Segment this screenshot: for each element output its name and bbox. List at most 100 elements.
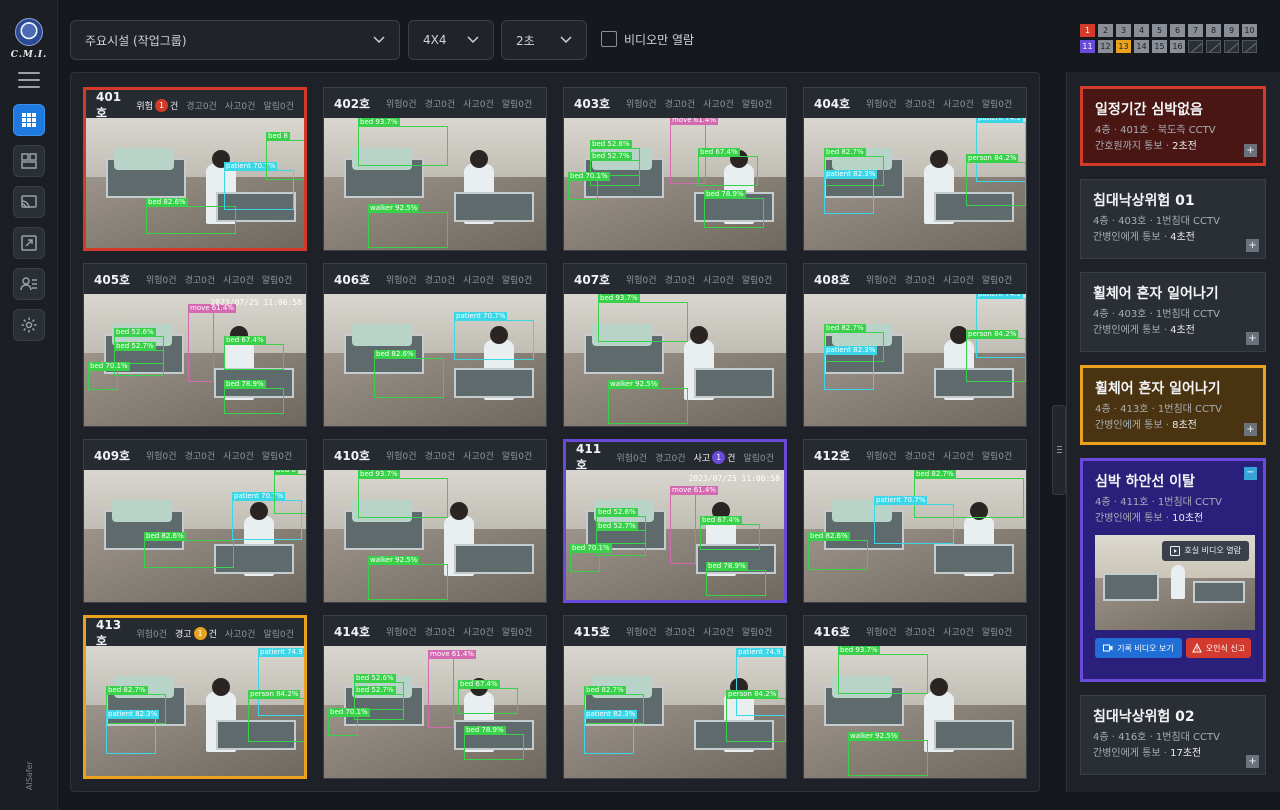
grid-view-icon[interactable] [13, 104, 45, 136]
stat-danger: 위험0건 [616, 453, 647, 464]
page-2-button[interactable]: 2 [1098, 24, 1113, 37]
layout-select[interactable]: 4X4 [408, 20, 494, 60]
camera-video-feed[interactable]: bed 93.7% walker 92.5% [804, 646, 1026, 778]
hamburger-menu-icon[interactable] [18, 72, 40, 88]
camera-video-feed[interactable]: bed 82.6% patient 70.7% bed 8 [84, 470, 306, 602]
camera-cell-412호[interactable]: 412호 위험0건 경고0건 사고0건 알림0건 bed 82.7% patient 70.… [803, 439, 1027, 603]
expand-plus-icon[interactable]: + [1244, 423, 1257, 436]
camera-cell-409호[interactable]: 409호 위험0건 경고0건 사고0건 알림0건 bed 82.6% patient 70.… [83, 439, 307, 603]
room-number: 401호 [96, 89, 122, 120]
page-13-button[interactable]: 13 [1116, 40, 1131, 53]
record-video-button[interactable]: 기록 비디오 보기 [1095, 638, 1182, 658]
alert-card-expanded[interactable]: 심박 하안선 이탈 4층 · 411호 · 1번침대 CCTV 간병인에게 통보… [1080, 458, 1266, 682]
detection-box: bed 67.4% [700, 516, 760, 550]
camera-video-feed[interactable]: move 61.4% bed 52.6% bed 52.7% bed 67.4% bed… [564, 118, 786, 250]
video-only-checkbox[interactable] [601, 31, 617, 47]
alert-title: 심박 하안선 이탈 [1095, 474, 1195, 490]
alert-card[interactable]: 휠체어 혼자 일어나기 4층 · 403호 · 1번침대 CCTV 간병인에게 … [1080, 272, 1266, 352]
camera-cell-415호[interactable]: 415호 위험0건 경고0건 사고0건 알림0건 patient 74.9 bed 82.7… [563, 615, 787, 779]
detection-label: bed 8 [266, 132, 290, 141]
detection-label: bed 93.7% [598, 294, 640, 303]
camera-video-feed[interactable]: bed 82.6% patient 70.7% bed 8 [86, 118, 304, 248]
alert-card[interactable]: 침대낙상위험 01 4층 · 403호 · 1번침대 CCTV 간병인에게 통보… [1080, 179, 1266, 259]
camera-video-feed[interactable]: bed 93.7% walker 92.5% [324, 118, 546, 250]
camera-cell-416호[interactable]: 416호 위험0건 경고0건 사고0건 알림0건 bed 93.7% walker 92.5… [803, 615, 1027, 779]
camera-video-feed[interactable]: bed 93.7% walker 92.5% [564, 294, 786, 426]
page-10-button[interactable]: 10 [1242, 24, 1257, 37]
alert-card[interactable]: 침대낙상위험 02 4층 · 416호 · 1번침대 CCTV 간병인에게 통보… [1080, 695, 1266, 775]
camera-cell-408호[interactable]: 408호 위험0건 경고0건 사고0건 알림0건 patient 74.9 bed 82.7… [803, 263, 1027, 427]
alert-title: 침대낙상위험 01 [1093, 193, 1195, 209]
alert-card[interactable]: 일정기간 심박없음 4층 · 401호 · 북도측 CCTV 간호원까지 통보 … [1080, 86, 1266, 166]
expand-plus-icon[interactable]: + [1244, 144, 1257, 157]
camera-cell-header: 408호 위험0건 경고0건 사고0건 알림0건 [804, 264, 1026, 294]
detection-box: bed 93.7% [598, 294, 688, 342]
page-9-button[interactable]: 9 [1224, 24, 1239, 37]
detection-label: bed 82.7% [106, 686, 148, 695]
interval-select[interactable]: 2초 [501, 20, 587, 60]
detection-box: patient 82.3% [106, 710, 160, 754]
detection-label: bed 67.4% [698, 148, 740, 157]
page-6-button[interactable]: 6 [1170, 24, 1185, 37]
cast-icon[interactable] [13, 186, 45, 218]
collapse-minus-icon[interactable]: − [1244, 467, 1257, 480]
page-14-button[interactable]: 14 [1134, 40, 1149, 53]
camera-cell-410호[interactable]: 410호 위험0건 경고0건 사고0건 알림0건 bed 93.7% walker 92.5… [323, 439, 547, 603]
alert-video-preview[interactable]: 호실 비디오 열람 [1095, 535, 1255, 630]
fullscreen-icon[interactable] [13, 227, 45, 259]
open-room-video-button[interactable]: 호실 비디오 열람 [1162, 541, 1249, 561]
page-5-button[interactable]: 5 [1152, 24, 1167, 37]
camera-video-feed[interactable]: patient 74.9 bed 82.7% person 84.2% patient… [804, 118, 1026, 250]
camera-video-feed[interactable]: bed 82.6% patient 70.7% [324, 294, 546, 426]
camera-cell-407호[interactable]: 407호 위험0건 경고0건 사고0건 알림0건 bed 93.7% walker 92.5… [563, 263, 787, 427]
false-detect-report-button[interactable]: 오인식 신고 [1185, 638, 1251, 658]
page-3-button[interactable]: 3 [1116, 24, 1131, 37]
detection-label: patient 74.9 [976, 294, 1023, 299]
stat-note: 알림0건 [741, 275, 773, 286]
panel-splitter-handle[interactable] [1052, 405, 1066, 495]
camera-video-feed[interactable]: move 61.4% bed 52.6% bed 52.7% bed 67.4% bed… [84, 294, 306, 426]
camera-cell-406호[interactable]: 406호 위험0건 경고0건 사고0건 알림0건 bed 82.6% patient 70.… [323, 263, 547, 427]
detection-box: patient 82.3% [584, 710, 638, 754]
alert-card[interactable]: 휠체어 혼자 일어나기 4층 · 413호 · 1번침대 CCTV 간병인에게 … [1080, 365, 1266, 445]
user-list-icon[interactable] [13, 268, 45, 300]
camera-video-feed[interactable]: patient 74.9 bed 82.7% person 84.2% patient… [86, 646, 304, 776]
page-16-button[interactable]: 16 [1170, 40, 1185, 53]
page-4-button[interactable]: 4 [1134, 24, 1149, 37]
camera-video-feed[interactable]: bed 82.7% patient 70.7% bed 82.6% [804, 470, 1026, 602]
expand-plus-icon[interactable]: + [1246, 332, 1259, 345]
camera-cell-402호[interactable]: 402호 위험0건 경고0건 사고0건 알림0건 bed 93.7% walker 92.5… [323, 87, 547, 251]
camera-cell-header: 402호 위험0건 경고0건 사고0건 알림0건 [324, 88, 546, 118]
empty-page-slot [1206, 40, 1221, 53]
camera-cell-405호[interactable]: 405호 위험0건 경고0건 사고0건 알림0건 move 61.4% bed 52.6% b… [83, 263, 307, 427]
camera-video-feed[interactable]: bed 93.7% walker 92.5% [324, 470, 546, 602]
camera-cell-404호[interactable]: 404호 위험0건 경고0건 사고0건 알림0건 patient 74.9 bed 82.7… [803, 87, 1027, 251]
room-number: 407호 [574, 272, 611, 287]
page-1-button[interactable]: 1 [1080, 24, 1095, 37]
expand-plus-icon[interactable]: + [1246, 755, 1259, 768]
page-12-button[interactable]: 12 [1098, 40, 1113, 53]
page-11-button[interactable]: 11 [1080, 40, 1095, 53]
camera-video-feed[interactable]: patient 74.9 bed 82.7% person 84.2% patient… [564, 646, 786, 778]
page-8-button[interactable]: 8 [1206, 24, 1221, 37]
stat-note: 알림0건 [261, 275, 293, 286]
camera-cell-411호[interactable]: 411호 위험0건 경고0건 사고 1 건 알림0건 move 61.4% bed 52.6% b… [563, 439, 787, 603]
camera-video-feed[interactable]: patient 74.9 bed 82.7% person 84.2% patient… [804, 294, 1026, 426]
page-7-button[interactable]: 7 [1188, 24, 1203, 37]
stat-danger: 위험0건 [626, 275, 657, 286]
camera-video-feed[interactable]: move 61.4% bed 52.6% bed 52.7% bed 67.4% bed… [324, 646, 546, 778]
camera-video-feed[interactable]: move 61.4% bed 52.6% bed 52.7% bed 67.4% bed… [566, 470, 784, 600]
dashboard-icon[interactable] [13, 145, 45, 177]
camera-cell-414호[interactable]: 414호 위험0건 경고0건 사고0건 알림0건 move 61.4% bed 52.6% b… [323, 615, 547, 779]
camera-cell-401호[interactable]: 401호 위험 1 건 경고0건 사고0건 알림0건 bed 82.6% patient 70.… [83, 87, 307, 251]
stat-note: 알림0건 [501, 275, 533, 286]
expand-plus-icon[interactable]: + [1246, 239, 1259, 252]
alert-notify: 간병인에게 통보 · 4초전 [1093, 325, 1195, 336]
detection-label: bed 78.9% [704, 190, 746, 199]
page-15-button[interactable]: 15 [1152, 40, 1167, 53]
camera-cell-413호[interactable]: 413호 위험0건 경고 1 건 사고0건 알림0건 patient 74.9 bed 82.7… [83, 615, 307, 779]
settings-gear-icon[interactable] [13, 309, 45, 341]
camera-cell-403호[interactable]: 403호 위험0건 경고0건 사고0건 알림0건 move 61.4% bed 52.6% b… [563, 87, 787, 251]
group-select[interactable]: 주요시설 (작업그룹) [70, 20, 400, 60]
stat-note: 알림0건 [741, 99, 773, 110]
